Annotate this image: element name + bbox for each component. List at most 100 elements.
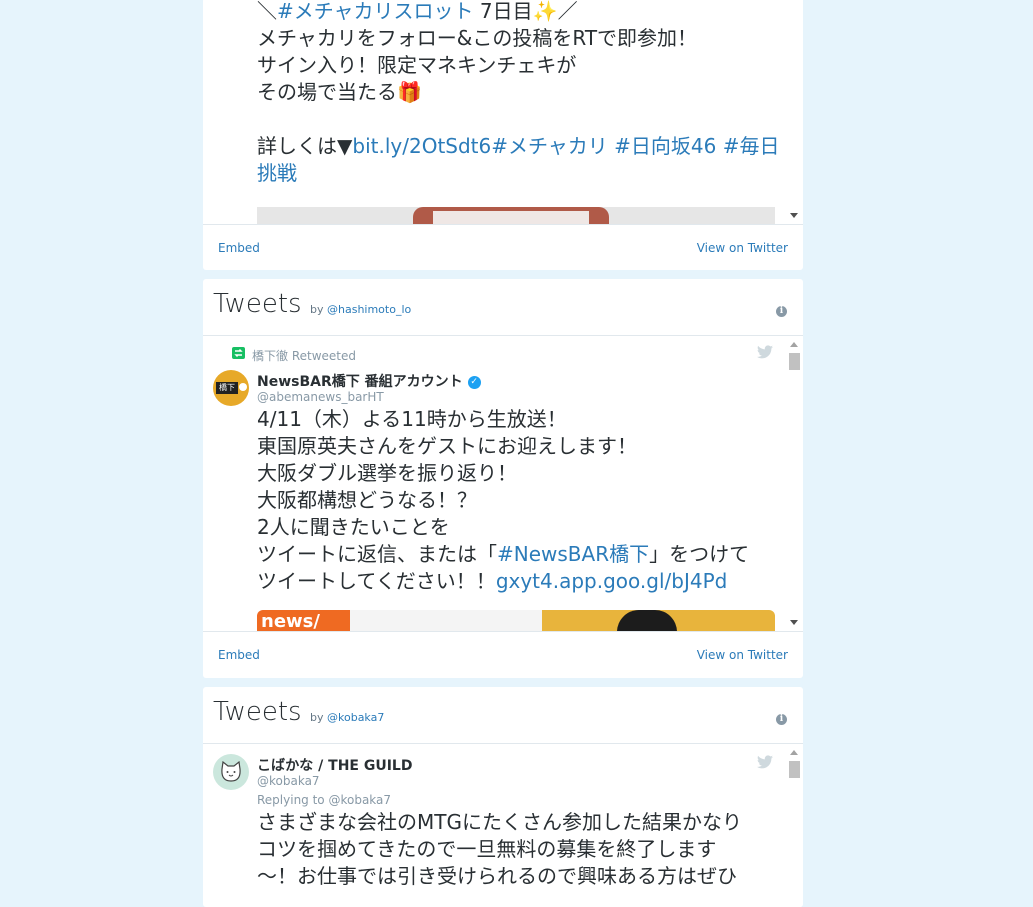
scroll-up-arrow-icon[interactable] <box>790 750 798 755</box>
timeline-by: by @kobaka7 <box>310 711 384 724</box>
card-footer: Embed View on Twitter <box>203 224 803 270</box>
view-on-twitter-link[interactable]: View on Twitter <box>697 648 788 662</box>
tweet-text: 4/11（木）よる11時から生放送！ 東国原英夫さんをゲストにお迎えします！ 大阪ダ… <box>257 406 749 595</box>
by-label: by <box>310 711 324 724</box>
tweet-text-segment: 🎁 <box>397 80 422 104</box>
tweet-line: ツイートしてください！！gxyt4.app.goo.gl/bJ4Pd <box>257 568 749 595</box>
reply-context: Replying to @kobaka7 <box>257 793 391 807</box>
media-label: news/ <box>261 611 320 631</box>
tweet-text-segment: 7日目 <box>473 0 533 23</box>
tweet-link[interactable]: bit.ly/2OtSdt6 <box>352 134 491 158</box>
avatar[interactable] <box>213 754 249 790</box>
embed-link[interactable]: Embed <box>218 648 260 662</box>
scroll-down-arrow-icon[interactable] <box>790 213 798 218</box>
author-name[interactable]: NewsBAR橋下 番組アカウント ✓ <box>257 371 481 391</box>
tweet-link[interactable]: gxyt4.app.goo.gl/bJ4Pd <box>496 569 728 593</box>
tweet-link[interactable]: #毎日 <box>723 134 780 158</box>
tweet-line: 2人に聞きたいことを <box>257 514 749 541</box>
scroll-thumb[interactable] <box>789 353 800 370</box>
tweet-link[interactable]: #メチャカリスロット <box>277 0 474 23</box>
embed-link[interactable]: Embed <box>218 241 260 255</box>
tweet-line: ＼#メチャカリスロット 7日目✨／ <box>257 0 780 25</box>
by-label: by <box>310 303 324 316</box>
tweet-text-segment: 大阪都構想どうなる！？ <box>257 488 477 512</box>
timeline-card-3: Tweets by @kobaka7 i こばかな / THE GUILD @k… <box>203 687 803 907</box>
tweet-text-segment: コツを掴めてきたので一旦無料の募集を終了します <box>257 837 717 861</box>
scrollbar[interactable] <box>786 744 803 907</box>
tweet-link[interactable]: #メチャカリ <box>491 134 608 158</box>
timeline-card-1: ＼#メチャカリスロット 7日目✨／ メチャカリをフォロー&この投稿をRTで即参加！… <box>203 0 803 270</box>
tweet-line: 4/11（木）よる11時から生放送！ <box>257 406 749 433</box>
card-footer: Embed View on Twitter <box>203 631 803 678</box>
tweet-media[interactable] <box>257 207 775 224</box>
timeline-title: Tweets <box>213 697 302 727</box>
tweet-line: ツイートに返信、または「#NewsBAR橋下」をつけて <box>257 541 749 568</box>
tweet-timeline[interactable]: こばかな / THE GUILD @kobaka7 Replying to @k… <box>203 744 803 907</box>
scrollbar[interactable] <box>786 336 803 631</box>
scroll-up-arrow-icon[interactable] <box>790 342 798 347</box>
tweet-text-segment: その場で当たる <box>257 80 397 104</box>
info-icon[interactable]: i <box>776 306 787 317</box>
tweet-line: 詳しくは▼bit.ly/2OtSdt6#メチャカリ #日向坂46 #毎日 <box>257 133 780 160</box>
tweet-timeline[interactable]: ＼#メチャカリスロット 7日目✨／ メチャカリをフォロー&この投稿をRTで即参加！… <box>203 0 803 224</box>
tweet-timeline[interactable]: 橋下徹 Retweeted 橋下 NewsBAR橋下 番組アカウント ✓ @abe… <box>203 336 803 631</box>
tweet-text-segment: ～！お仕事では引き受けられるので興味ある方はぜひ <box>257 864 737 888</box>
tweet-line: ～！お仕事では引き受けられるので興味ある方はぜひ <box>257 863 742 890</box>
timeline-handle-link[interactable]: @hashimoto_lo <box>327 303 411 316</box>
tweet-text-segment: 」をつけて <box>649 542 750 566</box>
avatar-text: 橋下 <box>219 383 235 392</box>
reply-prefix: Replying to <box>257 793 329 807</box>
tweet-line: 挑戦 <box>257 160 780 187</box>
scrollbar[interactable] <box>786 0 803 224</box>
tweet-line: 大阪都構想どうなる！？ <box>257 487 749 514</box>
author-name-text: NewsBAR橋下 番組アカウント <box>257 374 463 390</box>
reply-handle-link[interactable]: @kobaka7 <box>328 793 391 807</box>
scroll-thumb[interactable] <box>789 761 800 778</box>
tweet-line: コツを掴めてきたので一旦無料の募集を終了します <box>257 836 742 863</box>
avatar[interactable]: 橋下 <box>213 370 249 406</box>
tweet-text-segment: ツイートに返信、または「 <box>257 542 497 566</box>
tweet-line: 大阪ダブル選挙を振り返り！ <box>257 460 749 487</box>
tweet-text: さまざまな会社のMTGにたくさん参加した結果かなり コツを掴めてきたので一旦無料の… <box>257 809 742 890</box>
cat-face-icon <box>221 761 241 782</box>
retweeted-by: 橋下徹 Retweeted <box>252 349 356 363</box>
tweet-text-segment: 詳しくは▼ <box>257 134 353 158</box>
info-icon[interactable]: i <box>776 714 787 725</box>
tweet-text-segment: ＼ <box>257 0 277 23</box>
tweet-text-segment: 4/11（木）よる11時から生放送！ <box>257 407 567 431</box>
tweet-line: 東国原英夫さんをゲストにお迎えします！ <box>257 433 749 460</box>
tweet-text-segment: 東国原英夫さんをゲストにお迎えします！ <box>257 434 637 458</box>
tweet-text-segment: 大阪ダブル選挙を振り返り！ <box>257 461 517 485</box>
twitter-bird-icon[interactable] <box>757 345 773 359</box>
tweet-text: ＼#メチャカリスロット 7日目✨／ メチャカリをフォロー&この投稿をRTで即参加！… <box>257 0 780 187</box>
tweet-line <box>257 106 780 133</box>
timeline-title: Tweets <box>213 289 302 319</box>
tweet-text-segment: ✨ <box>532 0 558 23</box>
timeline-handle-link[interactable]: @kobaka7 <box>327 711 384 724</box>
avatar-shape <box>239 383 247 391</box>
tweet-line: メチャカリをフォロー&この投稿をRTで即参加！ <box>257 25 780 52</box>
tweet-text-segment: ツイートしてください！！ <box>257 569 496 593</box>
retweet-icon <box>232 347 245 359</box>
tweet-text-segment: さまざまな会社のMTGにたくさん参加した結果かなり <box>257 810 742 834</box>
media-news-logo: news/ <box>257 610 350 631</box>
tweet-line: さまざまな会社のMTGにたくさん参加した結果かなり <box>257 809 742 836</box>
media-shape-inner <box>433 211 589 224</box>
timeline-by: by @hashimoto_lo <box>310 303 411 316</box>
author-handle[interactable]: @abemanews_barHT <box>257 390 384 404</box>
tweet-text-segment: メチャカリをフォロー&この投稿をRTで即参加！ <box>257 26 698 50</box>
tweet-line: その場で当たる🎁 <box>257 79 780 106</box>
view-on-twitter-link[interactable]: View on Twitter <box>697 241 788 255</box>
tweet-link[interactable]: #日向坂46 <box>614 134 716 158</box>
tweet-link[interactable]: 挑戦 <box>257 161 297 185</box>
scroll-down-arrow-icon[interactable] <box>790 620 798 625</box>
twitter-bird-icon[interactable] <box>757 755 773 769</box>
author-handle[interactable]: @kobaka7 <box>257 774 320 788</box>
tweet-media[interactable]: news/ <box>257 610 775 631</box>
tweet-text-segment: ／ <box>557 0 578 23</box>
author-name[interactable]: こばかな / THE GUILD <box>257 755 412 775</box>
verified-icon: ✓ <box>467 375 481 389</box>
tweet-link[interactable]: #NewsBAR橋下 <box>497 542 649 566</box>
avatar-label: 橋下 <box>216 382 238 394</box>
tweet-text-segment: サイン入り！限定マネキンチェキが <box>257 53 577 77</box>
